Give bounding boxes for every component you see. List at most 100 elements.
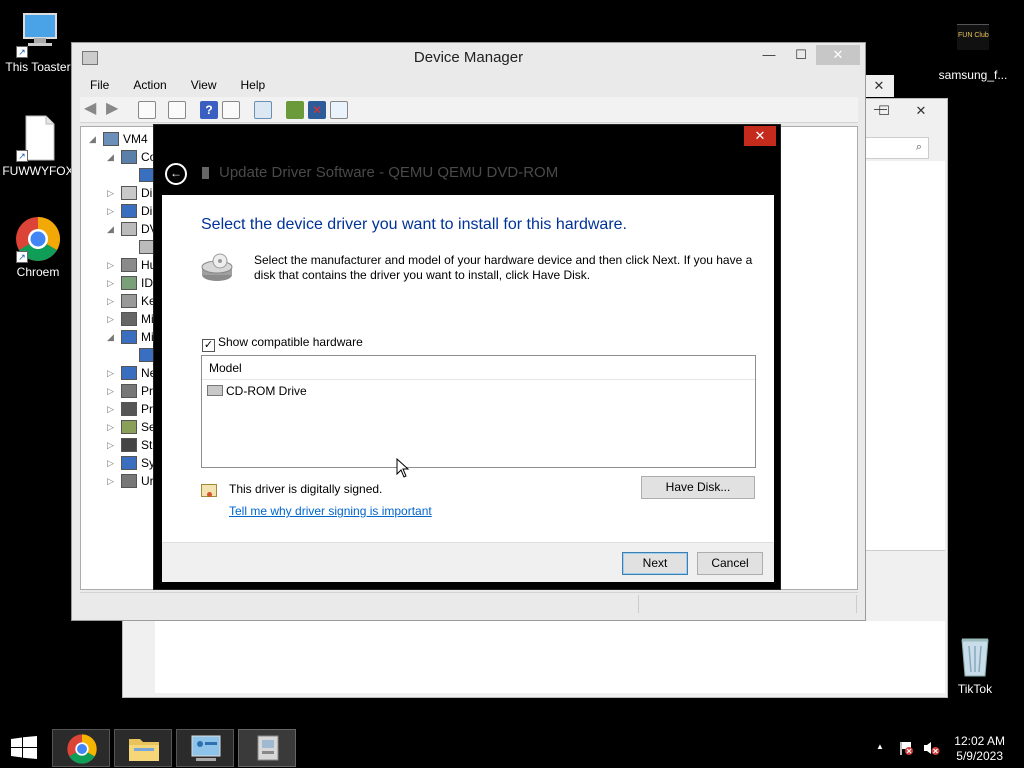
desktop-icon-label: samsung_f... — [938, 68, 1008, 82]
view-list-icon[interactable] — [168, 101, 186, 119]
device-manager-icon — [257, 735, 279, 761]
back-arrow-icon[interactable]: ◀ — [84, 101, 102, 119]
hardware-drive-icon — [200, 253, 234, 283]
tree-node-label: Ur — [141, 474, 154, 488]
cancel-button[interactable]: Cancel — [697, 552, 763, 575]
maximize-button[interactable]: ☐ — [786, 45, 816, 65]
background-window-2-close-button[interactable]: ✕ — [864, 76, 894, 96]
taskbar: ▲ 12:02 AM 5/9/2023 — [0, 728, 1024, 768]
collapsed-arrow-icon[interactable]: ▷ — [107, 472, 117, 490]
device-category-icon — [121, 186, 137, 200]
device-category-icon — [121, 204, 137, 218]
device-category-icon — [121, 276, 137, 290]
collapsed-arrow-icon[interactable]: ▷ — [107, 418, 117, 436]
model-list[interactable]: Model CD-ROM Drive — [201, 355, 756, 468]
update-driver-icon[interactable] — [286, 101, 304, 119]
collapsed-arrow-icon[interactable]: ▷ — [107, 292, 117, 310]
scan-hardware-icon[interactable] — [254, 101, 272, 119]
app-icon: FUN Club — [949, 18, 997, 66]
list-item-label: CD-ROM Drive — [226, 384, 307, 398]
collapsed-arrow-icon[interactable]: ▷ — [107, 436, 117, 454]
collapsed-arrow-icon[interactable]: ▷ — [107, 382, 117, 400]
device-category-icon — [121, 294, 137, 308]
tree-node-label: Di — [141, 186, 153, 200]
close-button[interactable]: ✕ — [816, 45, 860, 65]
chrome-icon: ↗ — [14, 215, 62, 263]
model-column-header[interactable]: Model — [202, 356, 755, 380]
background-window-maximize-button[interactable]: ☐ — [869, 101, 899, 121]
dialog-body: Select the device driver you want to ins… — [162, 195, 774, 542]
collapsed-arrow-icon[interactable]: ▷ — [107, 274, 117, 292]
system-clock[interactable]: 12:02 AM 5/9/2023 — [954, 734, 1005, 764]
expanded-arrow-icon[interactable]: ◢ — [107, 220, 117, 238]
have-disk-button[interactable]: Have Disk... — [641, 476, 755, 499]
tree-node-label: ID — [141, 276, 153, 290]
expanded-arrow-icon[interactable]: ◢ — [107, 148, 117, 166]
driver-signing-link[interactable]: Tell me why driver signing is important — [229, 504, 432, 518]
device-category-icon — [121, 402, 137, 416]
menu-view[interactable]: View — [181, 75, 217, 95]
start-button[interactable] — [10, 736, 38, 760]
desktop-icon-fuwwyfox[interactable]: ↗ FUWWYFOX — [0, 114, 76, 178]
uninstall-icon[interactable]: ✕ — [308, 101, 326, 119]
list-item[interactable]: CD-ROM Drive — [207, 381, 307, 401]
certificate-icon — [201, 484, 217, 497]
show-compatible-checkbox[interactable]: ✓ Show compatible hardware — [202, 335, 363, 352]
device-icon — [202, 167, 209, 179]
menu-help[interactable]: Help — [231, 75, 266, 95]
menu-file[interactable]: File — [80, 75, 109, 95]
desktop-icon-this-toaster[interactable]: ↗ This Toaster — [0, 10, 76, 74]
document-icon: ↗ — [14, 114, 62, 162]
tray-overflow-arrow[interactable]: ▲ — [876, 742, 884, 751]
expanded-arrow-icon[interactable]: ◢ — [89, 130, 99, 148]
device-category-icon — [121, 150, 137, 164]
menu-action[interactable]: Action — [123, 75, 166, 95]
action-center-flag-icon[interactable] — [898, 740, 914, 756]
desktop-icon-label: TikTok — [957, 682, 993, 696]
enable-device-icon[interactable] — [330, 101, 348, 119]
collapsed-arrow-icon[interactable]: ▷ — [107, 400, 117, 418]
desktop-icon-chroem[interactable]: ↗ Chroem — [0, 215, 76, 279]
device-category-icon — [121, 474, 137, 488]
collapsed-arrow-icon[interactable]: ▷ — [107, 202, 117, 220]
expanded-arrow-icon[interactable]: ◢ — [107, 328, 117, 346]
windows-icon — [11, 736, 37, 759]
collapsed-arrow-icon[interactable]: ▷ — [107, 310, 117, 328]
forward-arrow-icon[interactable]: ▶ — [106, 101, 124, 119]
grid-view-icon[interactable] — [222, 101, 240, 119]
taskbar-device-manager[interactable] — [238, 729, 296, 767]
background-pane — [865, 161, 945, 551]
device-category-icon — [103, 132, 119, 146]
collapsed-arrow-icon[interactable]: ▷ — [107, 454, 117, 472]
cd-rom-drive-icon — [207, 385, 223, 396]
recycle-bin-icon — [951, 632, 999, 680]
device-category-icon — [121, 384, 137, 398]
volume-muted-icon[interactable] — [922, 740, 940, 756]
background-window-close-button[interactable]: ✕ — [899, 101, 943, 121]
tree-node-label: Mi — [141, 312, 154, 326]
toolbar: ◀ ▶ ? ✕ — [80, 97, 858, 123]
dialog-title-bar: ✕ ← Update Driver Software - QEMU QEMU D… — [154, 125, 780, 195]
properties-icon[interactable] — [138, 101, 156, 119]
taskbar-control-panel[interactable] — [176, 729, 234, 767]
desktop-icon-tiktok[interactable]: TikTok — [937, 632, 1013, 696]
desktop-icon-samsung[interactable]: FUN Club samsung_f... — [935, 18, 1011, 82]
taskbar-file-explorer[interactable] — [114, 729, 172, 767]
collapsed-arrow-icon[interactable]: ▷ — [107, 364, 117, 382]
checkbox-box[interactable]: ✓ — [202, 339, 215, 352]
back-arrow-icon[interactable]: ← — [165, 163, 187, 185]
next-button[interactable]: Next — [622, 552, 688, 575]
minimize-button[interactable]: — — [754, 45, 784, 65]
show-compatible-label: Show compatible hardware — [218, 335, 363, 349]
computer-icon: ↗ — [14, 10, 62, 58]
collapsed-arrow-icon[interactable]: ▷ — [107, 184, 117, 202]
device-category-icon — [121, 456, 137, 470]
background-search-box[interactable]: ⌕ — [863, 137, 929, 159]
taskbar-chrome[interactable] — [52, 729, 110, 767]
help-icon[interactable]: ? — [200, 101, 218, 119]
collapsed-arrow-icon[interactable]: ▷ — [107, 256, 117, 274]
device-category-icon — [121, 366, 137, 380]
tree-node-label: Pr — [141, 402, 153, 416]
dialog-description: Select the manufacturer and model of you… — [254, 253, 753, 282]
dialog-close-button[interactable]: ✕ — [744, 126, 776, 146]
